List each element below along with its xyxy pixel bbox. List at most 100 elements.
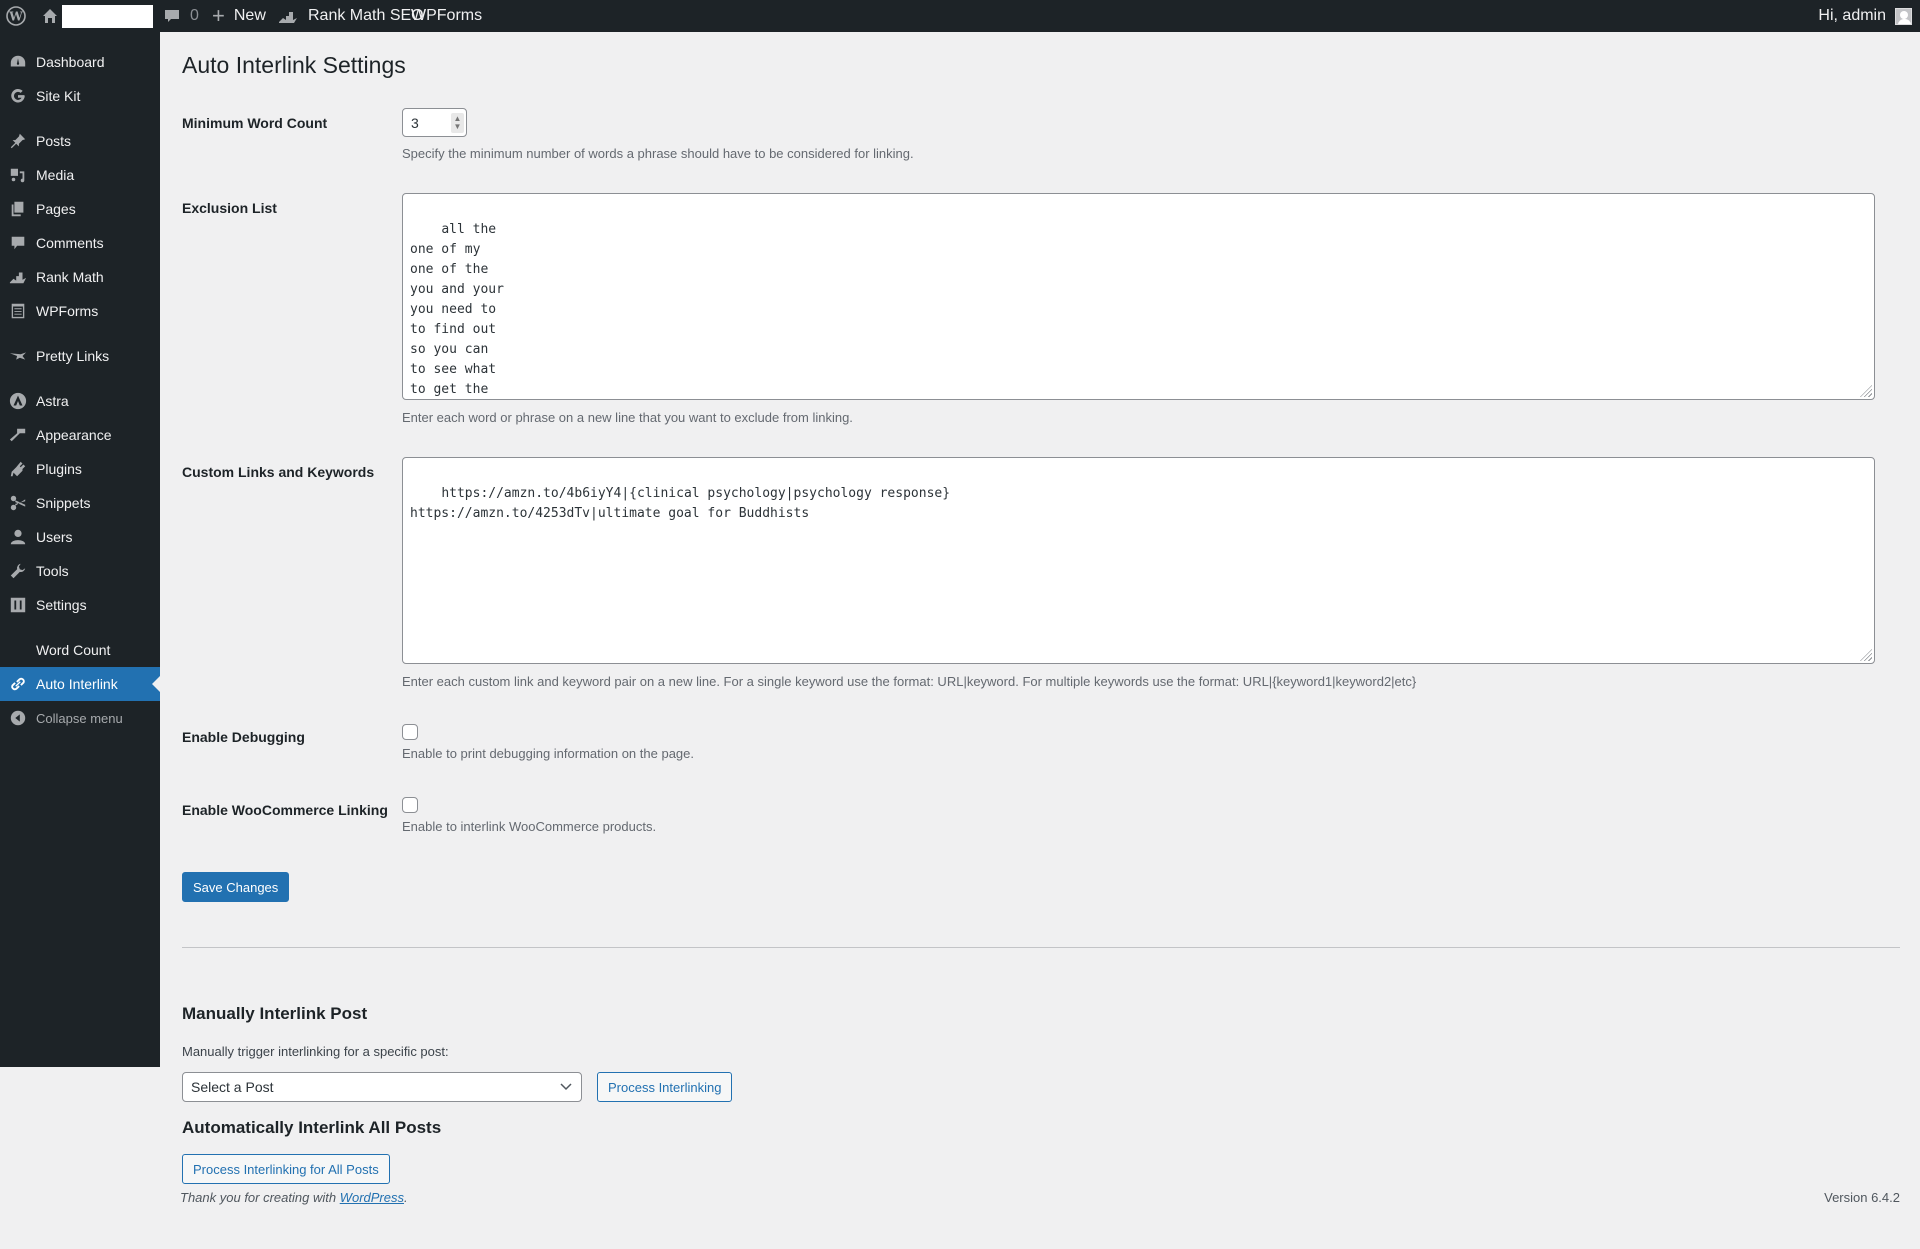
sidebar-item-tools[interactable]: Tools	[0, 554, 160, 588]
wordpress-logo-icon[interactable]: W	[6, 0, 28, 32]
sidebar-item-label: Site Kit	[36, 88, 81, 104]
rank-math-seo-link[interactable]: Rank Math SEO	[278, 0, 424, 32]
collapse-icon	[0, 709, 36, 727]
enable-woocommerce-checkbox[interactable]	[402, 797, 418, 813]
sidebar-item-label: Users	[36, 529, 73, 545]
dashboard-icon	[0, 53, 36, 71]
sidebar-item-appearance[interactable]: Appearance	[0, 418, 160, 452]
wrench-icon	[0, 562, 36, 580]
sidebar-item-label: Pretty Links	[36, 348, 110, 364]
astra-icon	[0, 392, 36, 410]
sidebar-item-label: Posts	[36, 133, 72, 149]
sidebar-item-settings[interactable]: Settings	[0, 588, 160, 622]
enable-woocommerce-label: Enable WooCommerce Linking	[182, 802, 388, 818]
svg-text:W: W	[8, 10, 23, 24]
sidebar-item-word-count[interactable]: Word Count	[0, 633, 160, 667]
admin-bar: W 0 + New Rank Math SEO WPForms Hi, admi…	[0, 0, 1920, 32]
plug-icon	[0, 460, 36, 478]
sidebar-item-plugins[interactable]: Plugins	[0, 452, 160, 486]
post-select-value: Select a Post	[191, 1079, 274, 1095]
custom-links-label: Custom Links and Keywords	[182, 464, 375, 480]
wordpress-link[interactable]: WordPress	[340, 1190, 404, 1205]
new-content-link[interactable]: + New	[212, 0, 266, 32]
save-changes-button[interactable]: Save Changes	[182, 872, 290, 902]
sidebar-item-pages[interactable]: Pages	[0, 192, 160, 226]
sidebar-item-label: Settings	[36, 597, 87, 613]
sidebar-item-label: Auto Interlink	[36, 676, 118, 692]
wpforms-icon	[0, 302, 36, 320]
min-word-count-value: 3	[411, 114, 419, 131]
sidebar-item-label: Comments	[36, 235, 104, 251]
sidebar-item-label: Media	[36, 167, 75, 183]
footer-version: Version 6.4.2	[1824, 1190, 1900, 1205]
sidebar-item-label: Collapse menu	[36, 710, 123, 726]
comment-icon	[165, 10, 179, 22]
sidebar-item-wpforms[interactable]: WPForms	[0, 294, 160, 328]
avatar	[1895, 7, 1912, 25]
resize-handle[interactable]	[1860, 385, 1872, 397]
sidebar-item-label: Snippets	[36, 495, 91, 511]
footer-period: .	[404, 1190, 408, 1205]
media-icon	[0, 166, 36, 184]
custom-links-description: Enter each custom link and keyword pair …	[402, 674, 1417, 689]
rank-math-icon	[0, 268, 36, 286]
chevron-down-icon	[560, 1083, 572, 1091]
min-word-count-input[interactable]: 3 ▲ ▼	[402, 108, 467, 137]
enable-debugging-label: Enable Debugging	[182, 729, 305, 745]
enable-debugging-checkbox[interactable]	[402, 724, 418, 740]
home-icon[interactable]	[42, 0, 58, 32]
post-select[interactable]: Select a Post	[182, 1072, 582, 1102]
sidebar-item-label: Word Count	[36, 642, 111, 658]
comment-icon	[0, 234, 36, 252]
exclusion-list-description: Enter each word or phrase on a new line …	[402, 410, 853, 425]
divider	[182, 947, 1900, 948]
link-icon	[0, 675, 36, 693]
enable-debugging-description: Enable to print debugging information on…	[402, 746, 694, 761]
sidebar-item-rank-math[interactable]: Rank Math	[0, 260, 160, 294]
sidebar-item-site-kit[interactable]: Site Kit	[0, 79, 160, 113]
enable-woocommerce-description: Enable to interlink WooCommerce products…	[402, 819, 657, 834]
sidebar-item-snippets[interactable]: Snippets	[0, 486, 160, 520]
comments-link[interactable]: 0	[164, 0, 199, 32]
sidebar-item-label: Pages	[36, 201, 76, 217]
sidebar-item-label: Rank Math	[36, 269, 104, 285]
admin-menu: Dashboard Site Kit Posts Media Pages Com…	[0, 32, 160, 1067]
sidebar-item-posts[interactable]: Posts	[0, 124, 160, 158]
sidebar-item-label: Appearance	[36, 427, 112, 443]
plus-icon: +	[212, 3, 225, 28]
number-spinner[interactable]: ▲ ▼	[451, 113, 464, 133]
sidebar-item-media[interactable]: Media	[0, 158, 160, 192]
sidebar-item-label: Plugins	[36, 461, 82, 477]
resize-handle[interactable]	[1860, 649, 1872, 661]
footer-thanks: Thank you for creating with WordPress.	[180, 1190, 408, 1205]
custom-links-textarea[interactable]: https://amzn.to/4b6iyY4|{clinical psycho…	[402, 457, 1875, 664]
wpforms-link[interactable]: WPForms	[411, 0, 482, 32]
footer-thanks-text: Thank you for creating with	[180, 1190, 340, 1205]
min-word-count-label: Minimum Word Count	[182, 115, 328, 131]
pretty-links-icon	[0, 347, 36, 365]
user-icon	[0, 528, 36, 546]
google-g-icon	[0, 87, 36, 105]
process-all-posts-button[interactable]: Process Interlinking for All Posts	[182, 1154, 390, 1184]
sidebar-item-pretty-links[interactable]: Pretty Links	[0, 339, 160, 373]
sidebar-item-astra[interactable]: Astra	[0, 384, 160, 418]
site-name-link[interactable]	[62, 5, 153, 28]
sidebar-item-comments[interactable]: Comments	[0, 226, 160, 260]
manual-interlink-description: Manually trigger interlinking for a spec…	[182, 1044, 449, 1059]
rank-math-icon	[279, 12, 297, 23]
collapse-menu-button[interactable]: Collapse menu	[0, 701, 160, 735]
pages-icon	[0, 200, 36, 218]
exclusion-list-label: Exclusion List	[182, 200, 277, 216]
rank-math-seo-label: Rank Math SEO	[308, 7, 424, 24]
exclusion-list-value: all the one of my one of the you and you…	[410, 222, 504, 397]
process-interlinking-button[interactable]: Process Interlinking	[597, 1072, 733, 1102]
auto-interlink-heading: Automatically Interlink All Posts	[182, 1118, 442, 1137]
exclusion-list-textarea[interactable]: all the one of my one of the you and you…	[402, 193, 1875, 400]
sidebar-item-users[interactable]: Users	[0, 520, 160, 554]
custom-links-value: https://amzn.to/4b6iyY4|{clinical psycho…	[410, 486, 951, 521]
sidebar-item-auto-interlink[interactable]: Auto Interlink	[0, 667, 160, 701]
my-account-menu[interactable]: Hi, admin	[1818, 0, 1912, 32]
new-label: New	[233, 7, 266, 24]
sliders-icon	[0, 596, 36, 614]
sidebar-item-dashboard[interactable]: Dashboard	[0, 45, 160, 79]
